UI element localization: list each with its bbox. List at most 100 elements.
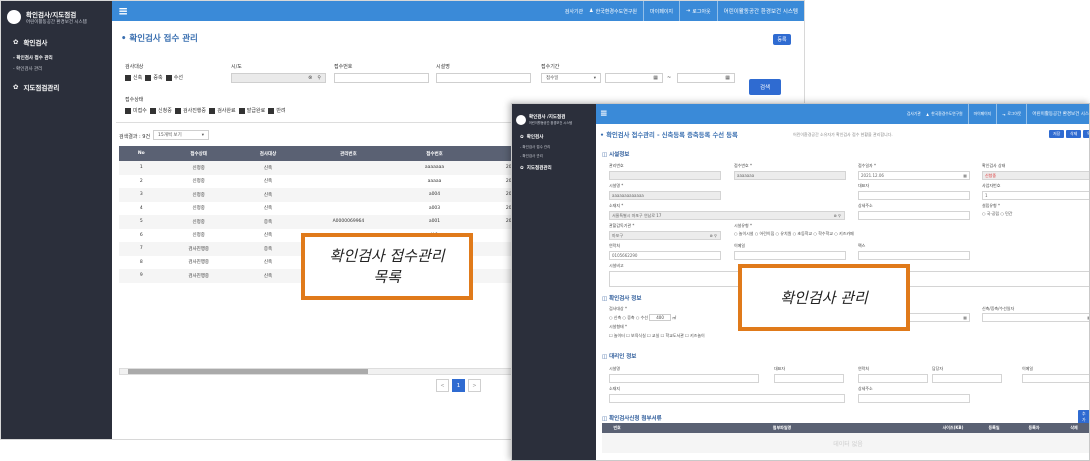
gear-icon: ✿ (520, 165, 524, 171)
scrollbar-thumb[interactable] (128, 369, 368, 374)
column-header: 번호 (602, 423, 632, 433)
save-button[interactable]: 저장 (1049, 130, 1065, 138)
calendar-icon[interactable]: ▦ (963, 173, 967, 178)
gov-type-radios[interactable]: ○ 국·공립 ○ 민간 (982, 211, 1013, 217)
table-cell: 검사진행중 (163, 242, 234, 256)
menu-group-guidance[interactable]: ✿ 지도점검관리 (1, 72, 112, 92)
logo-icon (516, 114, 526, 125)
rep-input[interactable] (858, 191, 970, 200)
agent-rep-input[interactable] (774, 374, 844, 383)
status-options[interactable]: 미접수 신청중 검사진행중 검사완료 발급완료 반려 (125, 107, 286, 114)
table-cell (302, 175, 394, 189)
table-cell: 신청중 (192, 233, 205, 239)
city-select[interactable]: ⊗ ⚲ (231, 73, 326, 83)
agent-manager-input[interactable] (932, 374, 1002, 383)
form-checkboxes[interactable]: ☐ 놀이터 ☐ 보육식실 ☐ 교실 ☐ 학교도서관 ☐ 키즈놀이 (609, 333, 705, 339)
org-type: 검사기관 (906, 111, 921, 116)
fax-input[interactable] (858, 251, 970, 260)
period-select[interactable]: 접수일 ▾ (541, 73, 601, 83)
clear-icon[interactable]: ⊗ (308, 75, 312, 81)
user-icon: ♟ (925, 111, 930, 117)
detail-addr-input[interactable] (858, 211, 970, 220)
current-page[interactable]: 1 (452, 379, 465, 392)
system-name: 어린이활동공간 환경보건 시스템 (716, 1, 804, 21)
top-links: 검사기관 ♟ 한국환경수도연구원 마이페이지 ⇥ 로그아웃 어린이활동공간 환경보건… (559, 1, 804, 21)
table-cell: 신청중 (163, 215, 234, 229)
menu-item-receipt-mgmt[interactable]: - 확인검사 접수 관리 (1, 47, 112, 61)
next-page-button[interactable]: > (468, 379, 481, 392)
tel-input[interactable]: 0105662290 (609, 251, 721, 260)
gear-icon: ✿ (520, 134, 524, 140)
org-name: ♟ 한국환경수도연구원 (589, 1, 643, 21)
fac-type-radios[interactable]: ○ 놀이시설 ○ 어린이집 ○ 유치원 ○ 초등학교 ○ 학수학교 ○ 키즈카페 (734, 231, 854, 237)
facility-name-input[interactable]: aaaaaaaaaaaaa (609, 191, 721, 200)
agent-email-input[interactable] (1022, 374, 1089, 383)
search-icon[interactable]: ⊗ ⚲ (833, 213, 841, 218)
search-button[interactable]: 검색 (749, 79, 781, 95)
section-agent: ◫ 대리인 정보 (602, 354, 637, 360)
receipt-date-label: 접수일자 * (858, 163, 876, 168)
new-date-label: 신축/증축/수선일자 (982, 306, 1015, 311)
target-radios[interactable]: ○ 신축 ○ 증축 ○ 수선 400 ㎡ (609, 314, 676, 321)
brand: 확인검사/지도점검 어린이활동공간 환경보건 시스템 (1, 1, 112, 25)
bizno-input[interactable]: 1 (982, 191, 1089, 200)
table-cell: aaaaa (427, 178, 442, 184)
logout-link[interactable]: ⇥ 로그아웃 (996, 104, 1026, 124)
prev-page-button[interactable]: < (436, 379, 449, 392)
calendar-icon[interactable]: ▦ (653, 75, 658, 81)
section-facility: ◫ 시설정보 (602, 152, 630, 158)
table-cell: 신축 (263, 260, 273, 266)
date-from[interactable]: ▦ (605, 73, 663, 83)
agent-detail-input[interactable] (858, 394, 970, 403)
delete-button[interactable]: 삭제 (1066, 130, 1082, 138)
gov-type-label: 설립유형 * (982, 203, 1000, 208)
page-description: 어린이환경공간 소유자가 확인검사 접수 현황을 관리합니다. (793, 132, 893, 137)
email-label: 이메일 (734, 243, 746, 248)
mypage-link[interactable]: 마이페이지 (967, 104, 996, 124)
facility-input[interactable] (436, 73, 531, 83)
menu-item-inspection-mgmt[interactable]: - 확인검사 관리 (512, 150, 596, 159)
detail-addr-label: 상세주소 (858, 203, 873, 208)
search-icon[interactable]: ⊗ ⚲ (709, 233, 717, 238)
mypage-link[interactable]: 마이페이지 (643, 1, 679, 21)
agency-label: 관할감독기관 * (609, 223, 635, 228)
brand-subtitle: 어린이활동공간 환경보건 시스템 (529, 121, 573, 125)
area-input[interactable]: 400 (649, 314, 671, 321)
logo-icon (7, 10, 21, 24)
menu-group-inspection[interactable]: ✿ 확인검사 (1, 25, 112, 47)
empty-message: 데이터 없음 (602, 433, 1089, 453)
menu-group-inspection[interactable]: ✿ 확인검사 (512, 125, 596, 141)
logout-link[interactable]: ⇥ 로그아웃 (679, 1, 717, 21)
search-icon[interactable]: ⚲ (317, 75, 321, 81)
agent-address-input[interactable] (609, 394, 845, 403)
menu-group-guidance[interactable]: ✿ 지도점검관리 (512, 159, 596, 172)
menu-item-inspection-mgmt[interactable]: - 확인검사 관리 (1, 61, 112, 72)
new-date-to[interactable]: ▦ (982, 313, 1089, 322)
table-cell (302, 161, 395, 175)
menu-item-receipt-mgmt[interactable]: - 확인검사 접수 관리 (512, 140, 596, 150)
calendar-icon[interactable]: ▦ (725, 75, 730, 81)
list-button[interactable]: 목 (1083, 130, 1089, 138)
user-icon: ♟ (589, 8, 594, 14)
receipt-date-input[interactable]: 2021.12.06 ▦ (858, 171, 970, 180)
date-to[interactable]: ▦ (677, 73, 735, 83)
hamburger-icon[interactable]: ≡ (600, 109, 608, 119)
hamburger-icon[interactable]: ≡ (118, 4, 128, 18)
agent-tel-input[interactable] (858, 374, 928, 383)
agency-input[interactable]: 마포구 ⊗ ⚲ (609, 231, 721, 240)
address-input[interactable]: 서울특별시 마포구 연남로 17 ⊗ ⚲ (609, 211, 845, 220)
add-attachment-button[interactable]: 추가 (1078, 410, 1089, 424)
agent-name-input[interactable] (609, 374, 759, 383)
page-size-select[interactable]: 15개씩 보기 ▾ (153, 130, 209, 140)
receipt-no-input[interactable] (334, 73, 429, 83)
email-input[interactable] (734, 251, 846, 260)
table-cell: a004 (394, 188, 475, 202)
register-button[interactable]: 등록 (773, 34, 791, 45)
target-options[interactable]: 신축 증축 수선 (125, 74, 183, 81)
section-attach: ◫ 확인검사신청 첨부서류 (602, 416, 662, 422)
mgmt-no-label: 관리번호 (609, 163, 624, 168)
calendar-icon[interactable]: ▦ (963, 315, 967, 320)
table-cell: A0000069964 (302, 215, 395, 229)
system-name: 어린이활동공간 환경보건 시스 (1026, 104, 1089, 124)
address-label: 소재지 * (609, 203, 624, 208)
